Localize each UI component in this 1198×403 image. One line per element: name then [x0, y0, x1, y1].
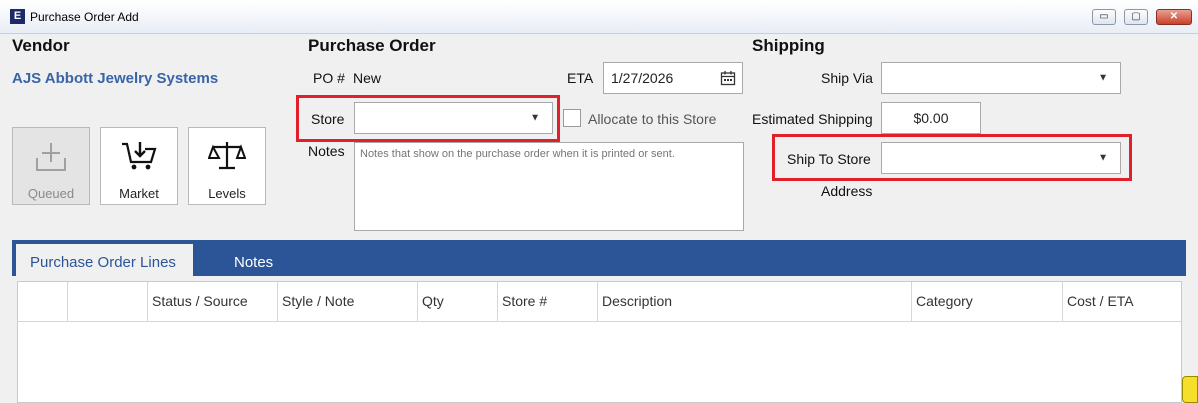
grid-header: Status / Source Style / Note Qty Store #…	[18, 282, 1181, 322]
tab-notes[interactable]: Notes	[220, 244, 300, 276]
po-number-value: New	[353, 70, 382, 86]
queued-button-label: Queued	[27, 186, 75, 201]
allocate-store-label: Allocate to this Store	[588, 111, 717, 127]
store-dropdown[interactable]: ▼	[354, 102, 553, 134]
address-label: Address	[821, 183, 873, 199]
chevron-down-icon: ▼	[1098, 72, 1108, 84]
vendor-heading: Vendor	[12, 36, 70, 55]
column-header-style-note[interactable]: Style / Note	[278, 282, 418, 321]
chevron-down-icon: ▼	[1098, 152, 1108, 164]
po-number-label: PO #	[313, 70, 345, 86]
queued-button[interactable]: Queued	[12, 127, 90, 205]
estimated-shipping-input[interactable]: $0.00	[881, 102, 981, 134]
purchase-order-heading: Purchase Order	[308, 36, 436, 55]
column-header-category[interactable]: Category	[912, 282, 1063, 321]
cart-download-icon	[101, 140, 177, 172]
minimize-button[interactable]: ▭	[1092, 9, 1116, 25]
market-button-label: Market	[119, 186, 159, 201]
eta-label: ETA	[567, 70, 594, 86]
column-header-blank-2[interactable]	[68, 282, 148, 321]
ship-to-store-label: Ship To Store	[787, 151, 871, 167]
app-icon: E	[10, 9, 25, 24]
market-button[interactable]: Market	[100, 127, 178, 205]
resize-grip-icon[interactable]	[1182, 376, 1198, 403]
levels-button-label: Levels	[208, 186, 246, 201]
shipping-heading: Shipping	[752, 36, 825, 55]
calendar-icon[interactable]	[720, 70, 736, 89]
column-header-qty[interactable]: Qty	[418, 282, 498, 321]
column-header-description[interactable]: Description	[598, 282, 912, 321]
window-title: Purchase Order Add	[30, 10, 139, 24]
allocate-store-checkbox[interactable]	[563, 109, 581, 127]
ship-via-label: Ship Via	[821, 70, 873, 86]
tab-notes-label: Notes	[234, 254, 274, 271]
maximize-button[interactable]: ▢	[1124, 9, 1148, 25]
column-header-blank[interactable]	[18, 282, 68, 321]
column-header-cost-eta[interactable]: Cost / ETA	[1063, 282, 1181, 321]
eta-date-value: 1/27/2026	[611, 70, 674, 86]
window-titlebar	[0, 0, 1198, 34]
chevron-down-icon: ▼	[530, 112, 540, 124]
purchase-order-lines-grid[interactable]: Status / Source Style / Note Qty Store #…	[17, 281, 1182, 403]
close-button[interactable]: ✕	[1156, 9, 1192, 25]
vendor-name-link[interactable]: AJS Abbott Jewelry Systems	[12, 70, 218, 87]
tab-purchase-order-lines[interactable]: Purchase Order Lines	[16, 244, 193, 276]
ship-to-store-dropdown[interactable]: ▼	[881, 142, 1121, 174]
notes-textarea[interactable]	[354, 142, 744, 231]
tab-purchase-order-lines-label: Purchase Order Lines	[30, 254, 176, 271]
estimated-shipping-label: Estimated Shipping	[752, 111, 873, 127]
scale-icon	[189, 140, 265, 172]
inbox-add-icon	[13, 140, 89, 172]
store-label: Store	[311, 111, 345, 127]
ship-via-dropdown[interactable]: ▼	[881, 62, 1121, 94]
levels-button[interactable]: Levels	[188, 127, 266, 205]
column-header-status-source[interactable]: Status / Source	[148, 282, 278, 321]
notes-label: Notes	[308, 143, 345, 159]
column-header-store-number[interactable]: Store #	[498, 282, 598, 321]
eta-date-picker[interactable]: 1/27/2026	[603, 62, 743, 94]
